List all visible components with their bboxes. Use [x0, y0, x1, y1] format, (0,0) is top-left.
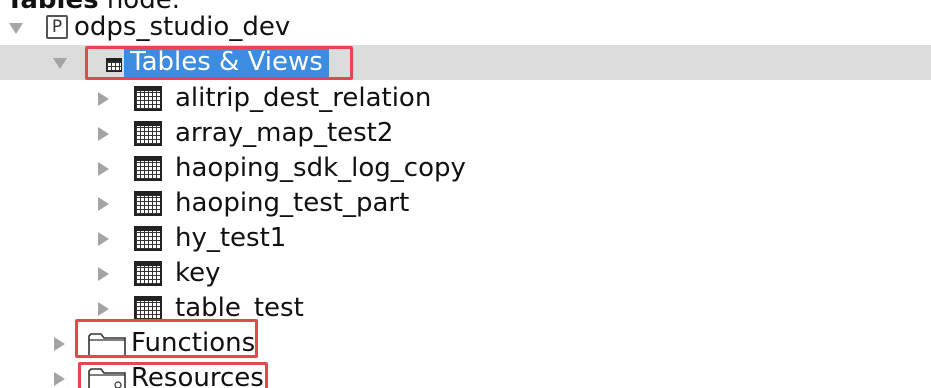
- expand-arrow-icon[interactable]: [98, 301, 109, 316]
- table-label: array_map_test2: [175, 118, 394, 148]
- table-grid-icon: [134, 191, 162, 216]
- expand-arrow-icon[interactable]: [98, 196, 109, 211]
- tree-node-tables-views[interactable]: Tables & Views: [0, 45, 931, 80]
- functions-label: Functions: [131, 328, 256, 358]
- expand-arrow-icon[interactable]: [98, 161, 109, 176]
- table-grid-icon: [134, 226, 162, 251]
- project-icon: P: [46, 15, 68, 39]
- tree-node-table[interactable]: haoping_test_part: [0, 186, 931, 221]
- table-label: haoping_sdk_log_copy: [175, 153, 466, 183]
- table-label: table_test: [175, 293, 304, 323]
- project-label: odps_studio_dev: [74, 12, 291, 42]
- tree-node-table[interactable]: alitrip_dest_relation: [0, 81, 931, 116]
- tree-node-table[interactable]: key: [0, 256, 931, 291]
- expand-arrow-icon[interactable]: [54, 336, 65, 351]
- tree-panel: Tables node. P odps_studio_dev Tables & …: [0, 0, 931, 388]
- table-label: haoping_test_part: [175, 188, 410, 218]
- folder-icon: [88, 332, 126, 358]
- collapse-arrow-icon[interactable]: [9, 22, 23, 34]
- resource-folder-icon: [88, 367, 126, 388]
- resources-label: Resources: [131, 363, 264, 388]
- expand-arrow-icon[interactable]: [98, 231, 109, 246]
- tree-node-table[interactable]: haoping_sdk_log_copy: [0, 151, 931, 186]
- tree-node-table[interactable]: array_map_test2: [0, 116, 931, 151]
- tree-node-functions[interactable]: Functions: [0, 326, 931, 361]
- tree-node-table[interactable]: table_test: [0, 291, 931, 326]
- tree-node-table[interactable]: hy_test1: [0, 221, 931, 256]
- tree-node-resources[interactable]: Resources: [0, 361, 931, 388]
- table-label: key: [175, 258, 221, 288]
- tree-node-project[interactable]: P odps_studio_dev: [0, 10, 931, 45]
- expand-arrow-icon[interactable]: [98, 91, 109, 106]
- table-label: alitrip_dest_relation: [175, 83, 432, 113]
- expand-arrow-icon[interactable]: [98, 266, 109, 281]
- table-grid-icon: [134, 296, 162, 321]
- table-grid-icon: [134, 86, 162, 111]
- table-grid-icon: [106, 58, 122, 72]
- table-grid-icon: [134, 121, 162, 146]
- table-grid-icon: [134, 156, 162, 181]
- tables-views-label: Tables & Views: [124, 47, 329, 78]
- expand-arrow-icon[interactable]: [54, 371, 65, 386]
- expand-arrow-icon[interactable]: [98, 126, 109, 141]
- table-grid-icon: [134, 261, 162, 286]
- table-label: hy_test1: [175, 223, 287, 253]
- collapse-arrow-icon[interactable]: [53, 57, 67, 69]
